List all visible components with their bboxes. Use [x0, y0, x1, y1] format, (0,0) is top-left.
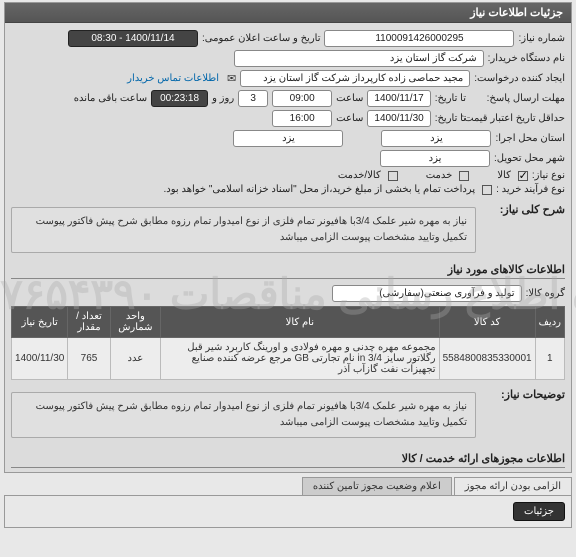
bottom-tabs: الزامی بودن ارائه مجوز اعلام وضعیت مجوز …	[4, 477, 572, 495]
buy-process-note: پرداخت تمام یا بخشی از مبلغ خرید،از محل …	[164, 184, 476, 195]
cell-unit: عدد	[110, 338, 160, 380]
tab-status[interactable]: اعلام وضعیت مجوز تامین کننده	[302, 477, 452, 495]
group-label: گروه کالا:	[526, 288, 565, 299]
cell-date: 1400/11/30	[12, 338, 68, 380]
notes-text: نیاز به مهره شیر علمک 3/4با هافیونر تمام…	[11, 392, 476, 438]
summary-text: نیاز به مهره شیر علمک 3/4با هافیونر تمام…	[11, 207, 476, 253]
deliver-city-label: شهر محل تحویل:	[494, 153, 565, 164]
creator-value: مجید حماصی زاده کارپرداز شرکت گاز استان …	[240, 70, 470, 87]
time-label-2: ساعت	[336, 113, 363, 124]
checkbox-goods-service	[388, 171, 398, 181]
deadline-reply-time: 09:00	[272, 90, 332, 107]
summary-title: شرح کلی نیاز:	[480, 203, 565, 216]
announce-value: 1400/11/14 - 08:30	[68, 30, 198, 47]
days-value: 3	[238, 90, 268, 107]
creator-label: ایجاد کننده درخواست:	[474, 73, 565, 84]
remaining-label: ساعت باقی مانده	[74, 93, 147, 104]
table-header-row: ردیف کد کالا نام کالا واحد شمارش تعداد /…	[12, 307, 565, 338]
deadline-reply-date: 1400/11/17	[367, 90, 430, 107]
time-label-1: ساعت	[336, 93, 363, 104]
to-date-label: تا تاریخ:	[435, 93, 466, 104]
permits-title: اطلاعات مجوزهای ارائه خدمت / کالا	[11, 452, 565, 465]
th-row: ردیف	[535, 307, 564, 338]
details-header: جزئیات	[513, 502, 565, 521]
deliver-city-value: یزد	[233, 130, 343, 147]
buy-process-label: نوع فرآیند خرید :	[496, 184, 565, 195]
service-label: خدمت	[426, 170, 453, 181]
goods-table: ردیف کد کالا نام کالا واحد شمارش تعداد /…	[11, 306, 565, 380]
contact-link[interactable]: اطلاعات تماس خریدار	[127, 73, 219, 84]
goods-label: کالا	[497, 170, 511, 181]
day-label: روز و	[212, 93, 234, 104]
cell-name: مجموعه مهره چدنی و مهره فولادی و اورینگ …	[161, 338, 440, 380]
need-number-value: 1100091426000295	[324, 30, 514, 47]
table-row: 1 5584800835330001 مجموعه مهره چدنی و مه…	[12, 338, 565, 380]
valid-date: 1400/11/30	[367, 110, 430, 127]
remaining-value: 00:23:18	[151, 90, 208, 107]
cell-qty: 765	[68, 338, 110, 380]
req-type-label: نوع نیاز:	[532, 170, 565, 181]
deadline-reply-label: مهلت ارسال پاسخ:	[470, 93, 565, 104]
th-unit: واحد شمارش	[110, 307, 160, 338]
group-value: تولید و فرآوری صنعتی(سفارشی)	[332, 285, 522, 302]
min-valid-label: حداقل تاریخ اعتبار قیمت:	[470, 113, 565, 124]
goods-service-label: کالا/خدمت	[338, 170, 381, 181]
tab-mandatory[interactable]: الزامی بودن ارائه مجوز	[454, 477, 572, 495]
checkbox-buy-process	[482, 185, 492, 195]
cell-row: 1	[535, 338, 564, 380]
th-qty: تعداد / مقدار	[68, 307, 110, 338]
buyer-org-label: نام دستگاه خریدار:	[488, 53, 565, 64]
buyer-org-value: شرکت گاز استان یزد	[234, 50, 484, 67]
need-number-label: شماره نیاز:	[518, 33, 565, 44]
checkbox-goods	[518, 171, 528, 181]
exec-city-label: استان محل اجرا:	[495, 133, 565, 144]
goods-section-title: اطلاعات کالاهای مورد نیاز	[11, 263, 565, 276]
announce-label: تاریخ و ساعت اعلان عمومی:	[202, 33, 321, 44]
deliver-city-value-2: یزد	[380, 150, 490, 167]
cell-code: 5584800835330001	[439, 338, 535, 380]
th-date: تاریخ نیاز	[12, 307, 68, 338]
valid-time: 16:00	[272, 110, 332, 127]
to-date-label-2: تا تاریخ:	[435, 113, 466, 124]
exec-city-value: یزد	[381, 130, 491, 147]
th-code: کد کالا	[439, 307, 535, 338]
envelope-icon: ✉	[227, 72, 236, 85]
main-panel: جزئیات اطلاعات نیاز شماره نیاز: 11000914…	[4, 2, 572, 473]
panel-title: جزئیات اطلاعات نیاز	[5, 3, 571, 23]
th-name: نام کالا	[161, 307, 440, 338]
checkbox-service	[459, 171, 469, 181]
panel-body: شماره نیاز: 1100091426000295 تاریخ و ساع…	[5, 23, 571, 472]
notes-label: توضیحات نیاز:	[480, 388, 565, 401]
